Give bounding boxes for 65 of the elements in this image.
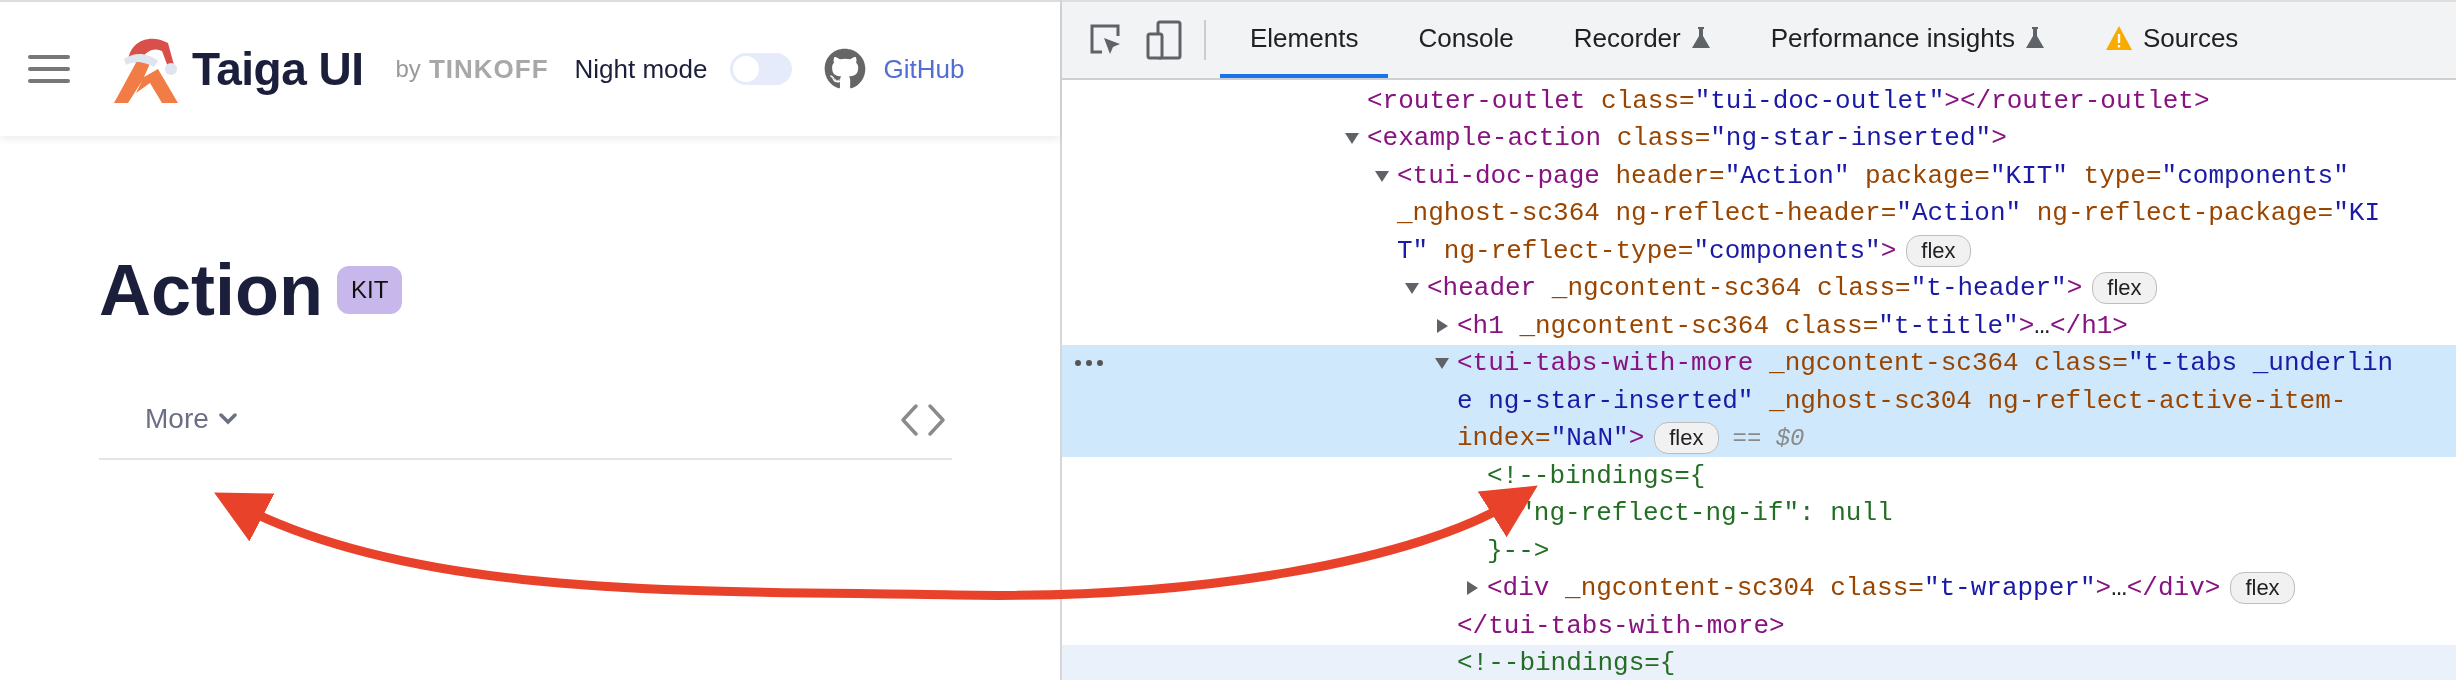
tree-row[interactable]: <tui-doc-page header="Action" package="KIT" type="components" <box>1062 157 2456 195</box>
more-tab[interactable]: More <box>145 402 237 438</box>
flex-badge[interactable]: flex <box>2230 572 2295 605</box>
package-tag: KIT <box>337 266 403 314</box>
devtools-tab[interactable]: Elements <box>1220 2 1389 78</box>
code-line: <h1 _ngcontent-sc364 class="t-title">…</h1> <box>1457 310 2128 341</box>
code-line: <header _ngcontent-sc364 class="t-header"> <box>1427 273 2083 304</box>
tree-row[interactable]: <!--bindings={ <box>1062 457 2456 495</box>
code-line: </tui-tabs-with-more> <box>1457 610 1785 641</box>
github-icon[interactable] <box>823 48 866 90</box>
collapse-arrow-icon[interactable] <box>1345 131 1359 146</box>
warning-icon <box>2104 25 2133 51</box>
hovered-row[interactable]: <!--bindings={ <box>1062 644 2456 680</box>
code-line: <router-outlet class="tui-doc-outlet"></router-outlet> <box>1367 85 2210 116</box>
flex-badge[interactable]: flex <box>1654 422 1719 455</box>
selected-row[interactable]: <tui-tabs-with-more _ngcontent-sc364 class="t-tabs _underlin <box>1062 344 2456 382</box>
devtools-tab[interactable]: Recorder <box>1543 2 1741 78</box>
tree-row[interactable]: <example-action class="ng-star-inserted"> <box>1062 119 2456 157</box>
tree-row[interactable]: <div _ngcontent-sc304 class="t-wrapper">…</div> flex <box>1062 569 2456 607</box>
expand-arrow-icon[interactable] <box>1435 318 1449 333</box>
code-line: <div _ngcontent-sc304 class="t-wrapper">…</div> <box>1487 573 2221 604</box>
tree-row[interactable]: <router-outlet class="tui-doc-outlet"></router-outlet> <box>1062 82 2456 120</box>
devtools-tab[interactable]: Sources <box>2074 2 2269 78</box>
tree-row[interactable]: _nghost-sc364 ng-reflect-header="Action" ng-reflect-package="KI <box>1062 194 2456 232</box>
code-line: _nghost-sc364 ng-reflect-header="Action" ng-reflect-package="KI <box>1397 198 2380 229</box>
by-label: by <box>395 55 421 83</box>
code-line: T" ng-reflect-type="components"> <box>1397 235 1897 266</box>
collapse-arrow-icon[interactable] <box>1375 168 1389 183</box>
code-line: <!--bindings={ <box>1487 460 1706 491</box>
code-icon[interactable] <box>900 402 946 438</box>
expand-arrow-icon[interactable] <box>1465 581 1479 596</box>
flex-badge[interactable]: flex <box>2092 272 2157 305</box>
night-mode-label: Night mode <box>574 53 708 85</box>
code-line: <tui-tabs-with-more _ngcontent-sc364 class="t-tabs _underlin <box>1457 348 2394 379</box>
tree-row[interactable]: <h1 _ngcontent-sc364 class="t-title">…</h1> <box>1062 307 2456 345</box>
night-mode-toggle[interactable] <box>729 53 792 85</box>
tree-row[interactable]: <header _ngcontent-sc364 class="t-header"> flex <box>1062 269 2456 307</box>
devtools-tab[interactable]: Console <box>1388 2 1544 78</box>
chevron-down-icon <box>218 412 237 425</box>
selected-row[interactable]: e ng-star-inserted" _nghost-sc304 ng-reflect-active-item- <box>1062 382 2456 420</box>
more-icon[interactable] <box>1074 359 1104 368</box>
tree-row[interactable]: }--> <box>1062 532 2456 570</box>
flex-badge[interactable]: flex <box>1906 234 1971 267</box>
menu-icon[interactable] <box>28 55 70 83</box>
code-line: }--> <box>1487 535 1550 566</box>
selected-row[interactable]: index="NaN"> flex == $0 <box>1062 419 2456 457</box>
code-line: "ng-reflect-ng-if": null <box>1517 498 1893 529</box>
code-line: index="NaN"> <box>1457 423 1645 454</box>
page-title: Action <box>99 254 323 326</box>
code-line: <tui-doc-page header="Action" package="KIT" type="components" <box>1397 160 2349 191</box>
code-line: e ng-star-inserted" _nghost-sc304 ng-reflect-active-item- <box>1457 385 2347 416</box>
brand-name[interactable]: Taiga UI <box>192 42 364 96</box>
tree-row[interactable]: "ng-reflect-ng-if": null <box>1062 494 2456 532</box>
flask-icon <box>2024 26 2045 50</box>
tree-row[interactable]: T" ng-reflect-type="components"> flex <box>1062 232 2456 270</box>
collapse-arrow-icon[interactable] <box>1435 356 1449 371</box>
devtools-tab[interactable]: Performance insights <box>1740 2 2075 78</box>
github-link[interactable]: GitHub <box>883 53 965 85</box>
company-name: TINKOFF <box>428 53 549 85</box>
collapse-arrow-icon[interactable] <box>1405 281 1419 296</box>
code-line: <!--bindings={ <box>1457 648 1676 679</box>
console-reference: == $0 <box>1732 424 1805 452</box>
device-icon[interactable] <box>1146 20 1182 60</box>
code-line: <example-action class="ng-star-inserted"> <box>1367 123 2007 154</box>
flask-icon <box>1690 26 1711 50</box>
